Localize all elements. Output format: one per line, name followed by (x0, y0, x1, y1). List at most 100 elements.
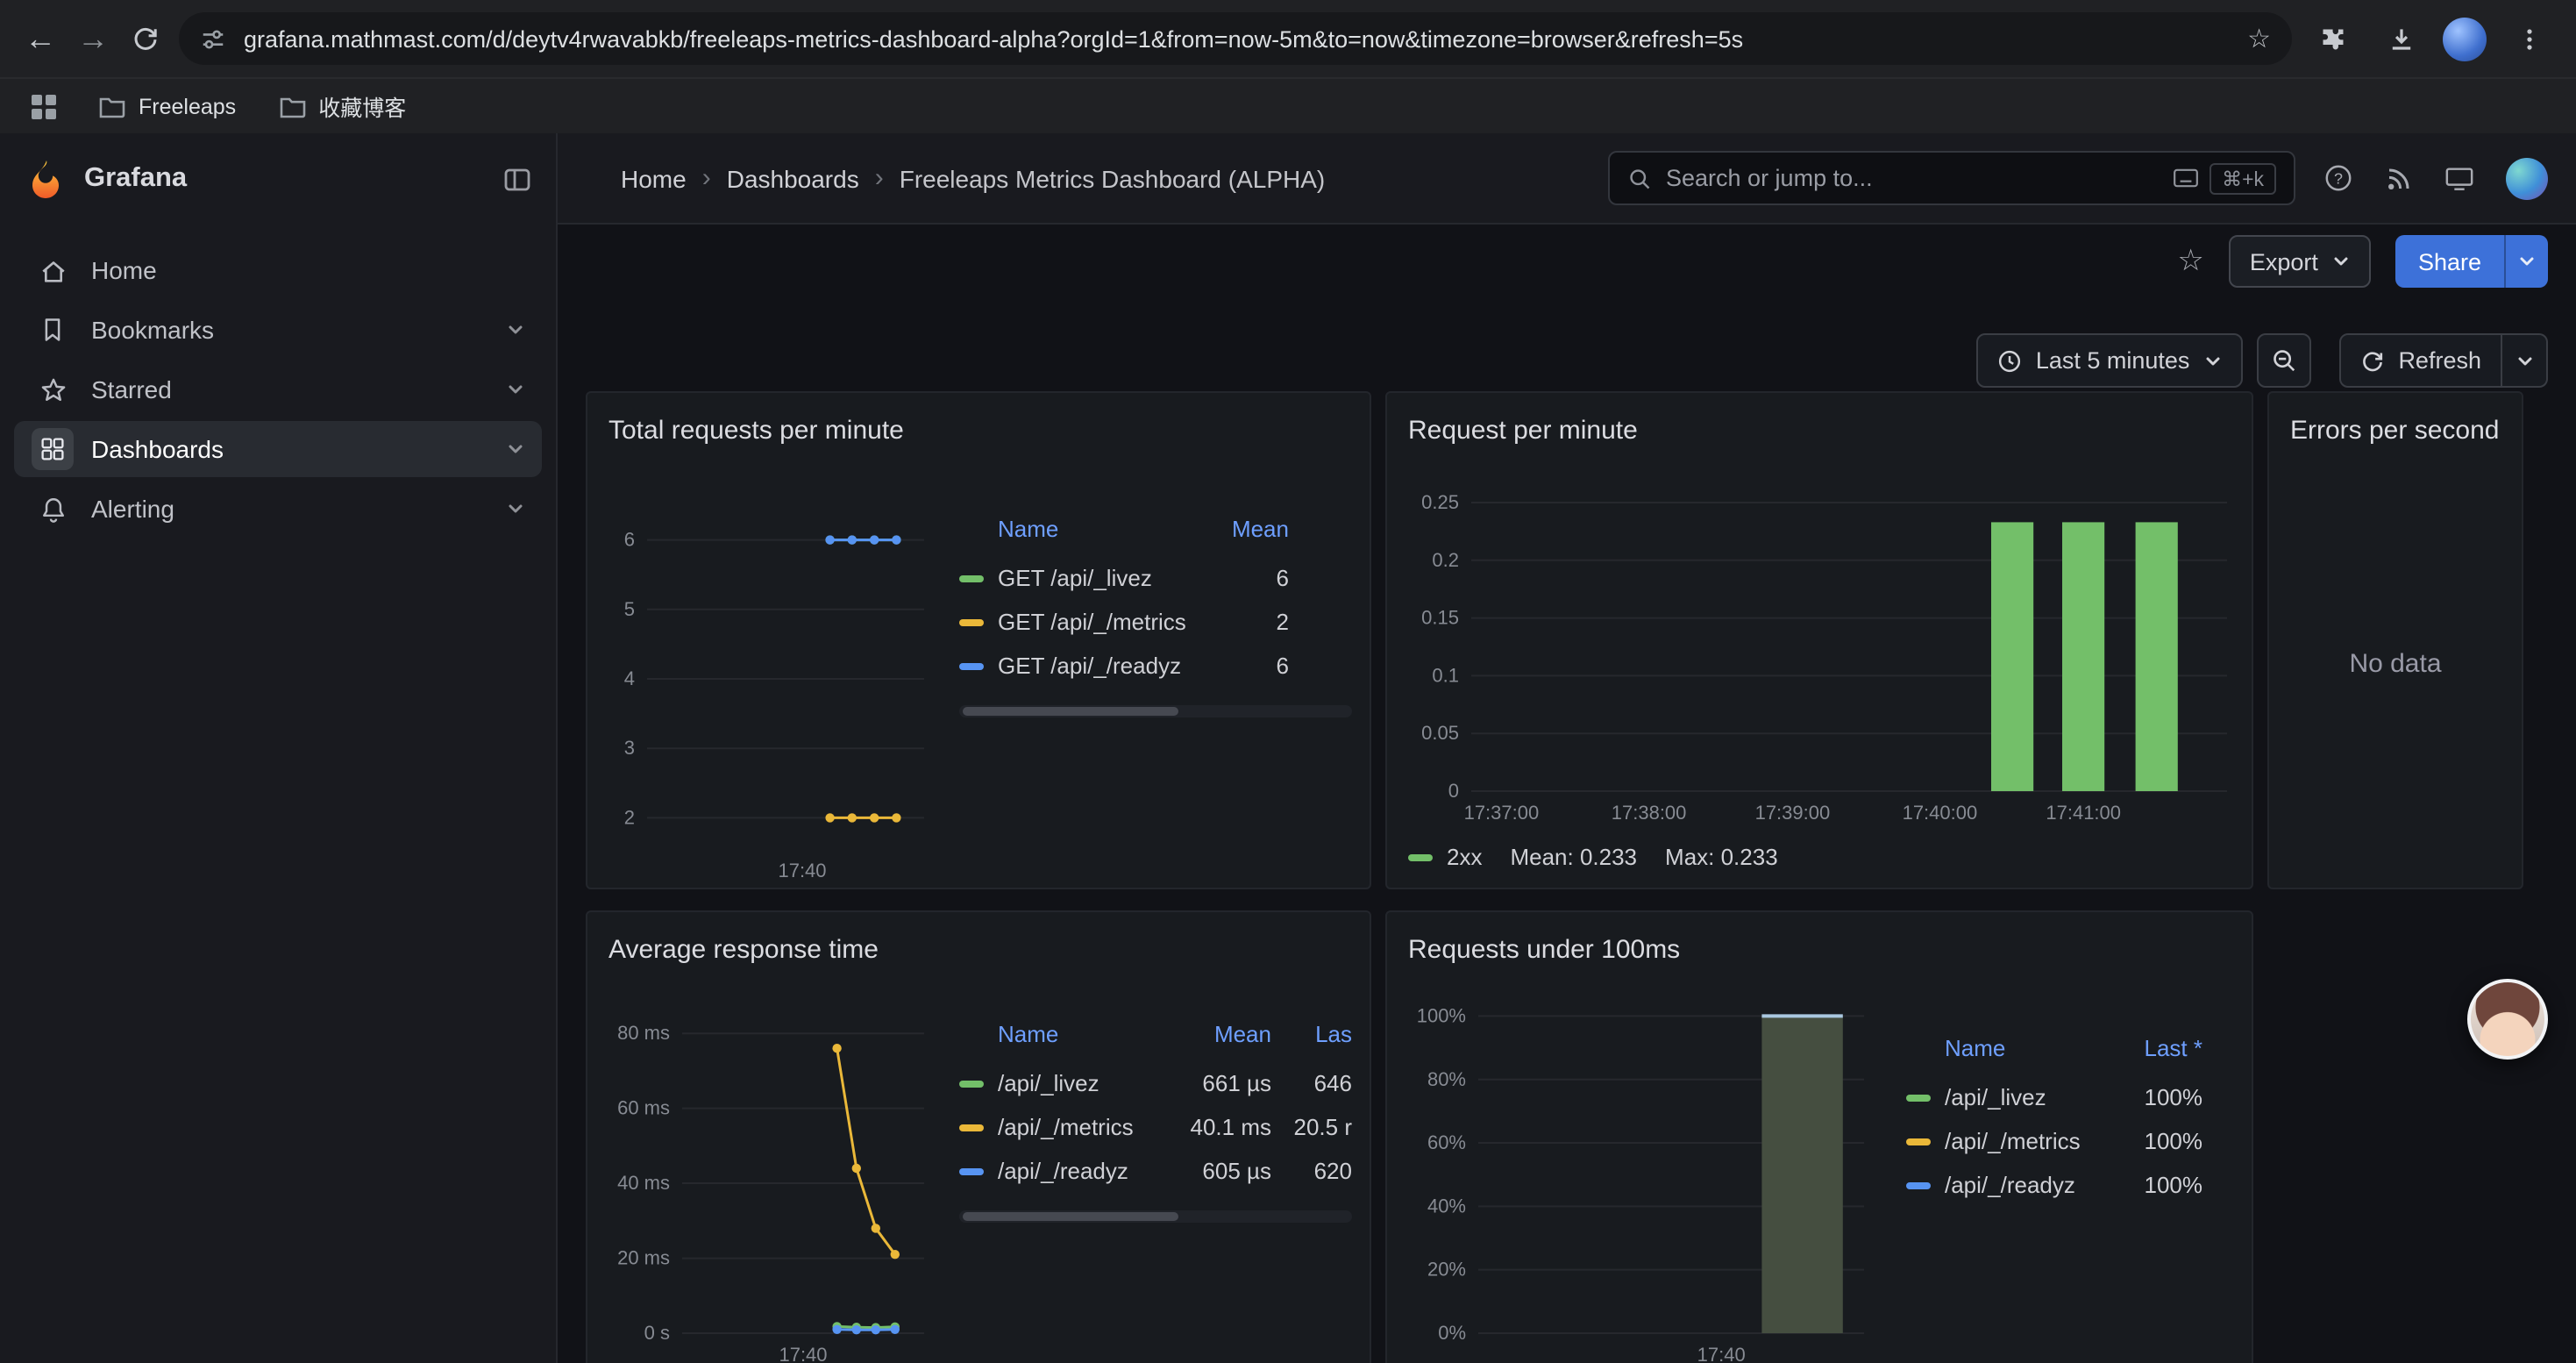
svg-text:2: 2 (624, 806, 635, 828)
sidebar-item-alerting[interactable]: Alerting (14, 481, 542, 537)
legend-series-name[interactable]: /api/_/metrics (998, 1114, 1159, 1140)
legend-inline: 2xx Mean: 0.233 Max: 0.233 (1387, 844, 2252, 870)
scrollbar-thumb[interactable] (963, 707, 1178, 716)
favorite-dashboard-star-icon[interactable]: ☆ (2177, 244, 2204, 279)
legend-header-mean[interactable]: Mean (1191, 516, 1289, 542)
reload-icon (132, 25, 160, 53)
legend-series-name[interactable]: /api/_livez (998, 1070, 1159, 1096)
svg-text:20%: 20% (1427, 1259, 1466, 1281)
series-color-swatch (1906, 1138, 1931, 1145)
legend-series-name[interactable]: 2xx (1447, 844, 1482, 870)
sidebar-item-home[interactable]: Home (14, 242, 542, 298)
extensions-button[interactable] (2306, 12, 2359, 65)
grafana-sidebar: Grafana Home Bookmarks Starred (0, 133, 558, 1363)
sidebar-item-bookmarks[interactable]: Bookmarks (14, 302, 542, 358)
chevron-down-icon[interactable] (507, 381, 524, 398)
share-menu-button[interactable] (2504, 235, 2548, 288)
panel-title[interactable]: Errors per second (2269, 393, 2522, 470)
refresh-button[interactable]: Refresh (2338, 333, 2502, 388)
legend-row: /api/_/metrics 100% (1906, 1119, 2234, 1163)
legend-series-name[interactable]: /api/_/readyz (998, 1158, 1159, 1184)
chevron-down-icon[interactable] (507, 440, 524, 458)
requests-under-100ms-chart[interactable]: 100%80%60%40%20%0%17:40 (1401, 989, 1875, 1363)
svg-text:20 ms: 20 ms (617, 1247, 670, 1269)
chevron-down-icon[interactable] (507, 500, 524, 517)
downloads-button[interactable] (2374, 12, 2427, 65)
dashboard-canvas: Last 5 minutes Refresh (558, 298, 2576, 1363)
browser-menu-button[interactable] (2502, 12, 2555, 65)
help-button[interactable]: ? (2323, 163, 2353, 193)
search-placeholder: Search or jump to... (1666, 165, 2159, 191)
news-rss-button[interactable] (2385, 164, 2413, 192)
time-range-label: Last 5 minutes (2036, 347, 2190, 374)
refresh-interval-dropdown[interactable] (2502, 333, 2548, 388)
breadcrumb-current[interactable]: Freeleaps Metrics Dashboard (ALPHA) (900, 164, 1326, 192)
time-range-picker[interactable]: Last 5 minutes (1976, 333, 2243, 388)
share-label: Share (2418, 248, 2481, 275)
dashboards-icon (32, 428, 74, 470)
legend-header-last[interactable]: Las (1271, 1021, 1352, 1047)
assistant-avatar-widget[interactable] (2467, 979, 2548, 1060)
request-per-minute-chart[interactable]: 0.250.20.150.10.05017:37:0017:38:0017:39… (1401, 470, 2241, 830)
export-button[interactable]: Export (2229, 235, 2371, 288)
legend-series-name[interactable]: GET /api/_/readyz (998, 653, 1191, 679)
breadcrumb-home[interactable]: Home (621, 164, 687, 192)
svg-text:100%: 100% (1417, 1004, 1466, 1026)
panel-title[interactable]: Total requests per minute (587, 393, 1370, 470)
sidebar-item-starred[interactable]: Starred (14, 361, 542, 417)
average-response-time-chart[interactable]: 80 ms60 ms40 ms20 ms0 s17:40 (601, 989, 935, 1363)
legend-series-name[interactable]: /api/_/readyz (1945, 1172, 2104, 1198)
legend-scrollbar[interactable] (959, 705, 1352, 717)
address-bar[interactable]: grafana.mathmast.com/d/deytv4rwavabkb/fr… (179, 12, 2292, 65)
forward-button[interactable]: → (67, 12, 119, 65)
display-button[interactable] (2444, 164, 2474, 192)
legend-mean-value: 605 µs (1159, 1158, 1271, 1184)
sidebar-item-dashboards[interactable]: Dashboards (14, 421, 542, 477)
apps-grid-icon[interactable] (32, 94, 56, 118)
panel-total-requests-per-minute: Total requests per minute 6543217:40 Nam… (586, 391, 1371, 889)
legend-header-name[interactable]: Name (959, 1021, 1159, 1047)
legend-series-name[interactable]: GET /api/_livez (998, 565, 1191, 591)
legend-series-name[interactable]: /api/_livez (1945, 1084, 2104, 1110)
grafana-logo[interactable] (25, 158, 67, 200)
collapse-sidebar-button[interactable] (503, 166, 531, 192)
legend-series-name[interactable]: GET /api/_/metrics (998, 609, 1191, 635)
back-button[interactable]: ← (14, 12, 67, 65)
panel-title[interactable]: Average response time (587, 912, 1370, 989)
user-avatar[interactable] (2506, 157, 2548, 199)
zoom-out-button[interactable] (2256, 333, 2310, 388)
clock-icon (1997, 348, 2022, 373)
bookmark-folder-blogs[interactable]: 收藏博客 (278, 89, 406, 123)
puzzle-icon (2317, 24, 2347, 54)
legend-header-name[interactable]: Name (959, 516, 1191, 542)
bookmark-star-icon[interactable]: ☆ (2247, 23, 2271, 54)
share-button[interactable]: Share (2395, 235, 2504, 288)
svg-text:0%: 0% (1438, 1322, 1466, 1344)
chevron-down-icon[interactable] (507, 321, 524, 339)
legend-header-mean[interactable]: Mean (1159, 1021, 1271, 1047)
panel-title[interactable]: Requests under 100ms (1387, 912, 2252, 989)
reload-button[interactable] (119, 12, 172, 65)
legend-scrollbar[interactable] (959, 1210, 1352, 1223)
dashboard-actions-bar: ☆ Export Share (558, 225, 2576, 298)
bookmark-folder-freeleaps[interactable]: Freeleaps (98, 94, 236, 118)
series-color-swatch (959, 1124, 984, 1131)
legend-header-last[interactable]: Last * (2104, 1035, 2202, 1061)
total-requests-chart[interactable]: 6543217:40 (601, 470, 935, 888)
breadcrumb-dashboards[interactable]: Dashboards (727, 164, 859, 192)
browser-profile-avatar[interactable] (2443, 17, 2487, 61)
keyboard-icon (2173, 168, 2199, 188)
search-input[interactable]: Search or jump to... ⌘+k (1608, 151, 2295, 205)
legend-mean-value: 6 (1191, 565, 1289, 591)
legend-series[interactable]: 2xx (1408, 844, 1482, 870)
site-settings-icon[interactable] (200, 25, 226, 52)
legend-row: GET /api/_/metrics 2 (959, 600, 1352, 644)
legend-last-value: 20.5 r (1271, 1114, 1352, 1140)
legend-header-name[interactable]: Name (1906, 1035, 2104, 1061)
legend-series-name[interactable]: /api/_/metrics (1945, 1128, 2104, 1154)
legend-last-value: 100% (2104, 1084, 2202, 1110)
scrollbar-thumb[interactable] (963, 1212, 1178, 1221)
panel-title[interactable]: Request per minute (1387, 393, 2252, 470)
sidebar-item-label: Dashboards (91, 435, 224, 463)
svg-text:4: 4 (624, 667, 635, 689)
